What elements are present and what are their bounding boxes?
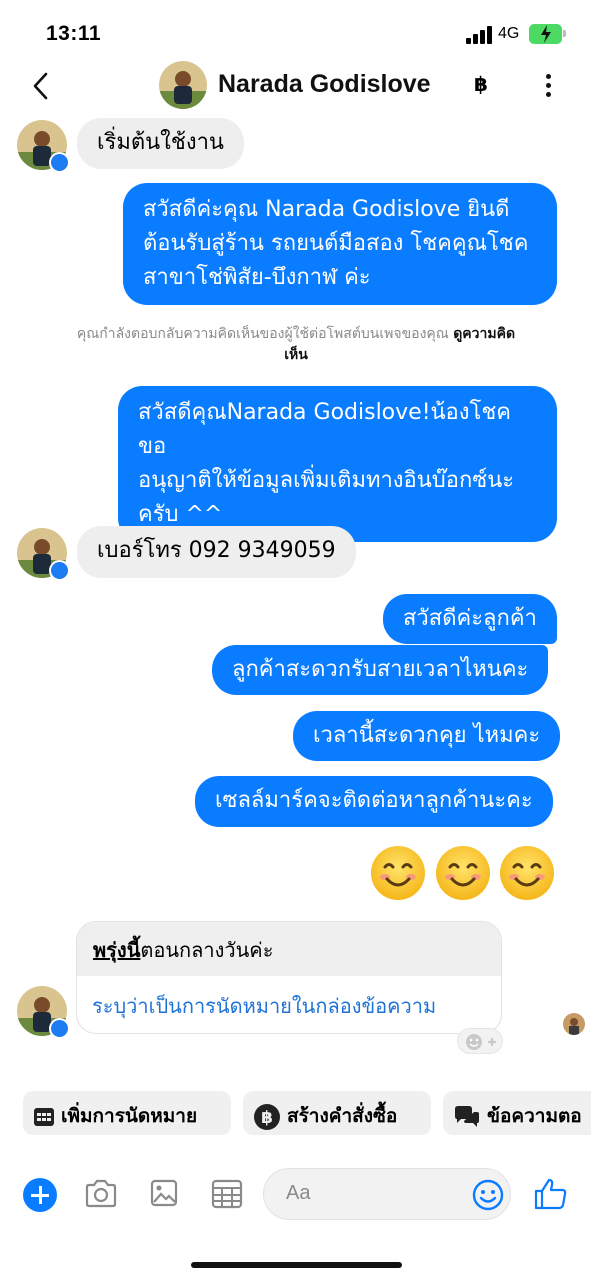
appointment-rest-text: ตอนกลางวันค่ะ (140, 938, 274, 962)
chip-label: สร้างคำสั่งซื้อ (287, 1105, 398, 1127)
notice-text: คุณกำลังตอบกลับความคิดเห็นของผู้ใช้ต่อโพ… (76, 326, 454, 342)
sender-avatar[interactable] (17, 120, 70, 173)
view-comment-link-2[interactable]: เห็น (284, 347, 308, 363)
seen-indicator-avatar (563, 1013, 585, 1035)
camera-icon[interactable] (84, 1178, 118, 1210)
mark-appointment-action[interactable]: ระบุว่าเป็นการนัดหมายในกล่องข้อความ (77, 976, 501, 1033)
calendar-icon (34, 1107, 54, 1126)
message-line: อนุญาติให้ข้อมูลเพิ่มเติมทางอินบ๊อกซ์นะ (138, 468, 515, 493)
baht-icon[interactable]: ฿ (474, 72, 488, 96)
messenger-badge-icon (49, 560, 70, 581)
saved-replies-chip[interactable]: ข้อความตอ (443, 1091, 591, 1135)
sender-avatar[interactable] (17, 528, 70, 581)
view-comment-link[interactable]: ดูความคิด (453, 326, 515, 342)
detected-date-text: พรุ่งนี้ (93, 938, 141, 962)
appointment-suggestion-card[interactable]: พรุ่งนี้ตอนกลางวันค่ะ ระบุว่าเป็นการนัดห… (76, 921, 502, 1034)
status-time: 13:11 (46, 22, 102, 45)
thumbs-up-icon[interactable] (534, 1177, 568, 1211)
status-bar: 13:11 4G (0, 0, 591, 66)
smiling-face-emoji[interactable] (370, 845, 426, 901)
message-outgoing[interactable]: ลูกค้าสะดวกรับสายเวลาไหนคะ (212, 645, 549, 695)
add-appointment-chip[interactable]: เพิ่มการนัดหมาย (23, 1091, 231, 1135)
message-line: สวัสดีค่ะคุณ Narada Godislove ยินดี (143, 197, 510, 222)
appointment-message: พรุ่งนี้ตอนกลางวันค่ะ (77, 922, 501, 976)
smiling-face-emoji[interactable] (435, 845, 491, 901)
more-options-icon[interactable] (538, 72, 558, 102)
add-reaction-icon (466, 1034, 496, 1050)
plus-icon[interactable] (23, 1178, 57, 1212)
battery-tip (563, 30, 566, 37)
sender-avatar[interactable] (17, 986, 70, 1039)
battery-icon (529, 24, 562, 44)
message-outgoing[interactable]: สวัสดีค่ะลูกค้า (383, 594, 557, 644)
messenger-badge-icon (49, 1018, 70, 1039)
chip-label: เพิ่มการนัดหมาย (61, 1105, 198, 1127)
smiling-face-emoji[interactable] (499, 845, 555, 901)
create-order-chip[interactable]: ฿ สร้างคำสั่งซื้อ (243, 1091, 431, 1135)
reply-context-notice: คุณกำลังตอบกลับความคิดเห็นของผู้ใช้ต่อโพ… (16, 324, 576, 366)
contact-name[interactable]: Narada Godislove (218, 70, 431, 99)
message-outgoing[interactable]: เซลล์มาร์คจะติดต่อหาลูกค้านะคะ (195, 776, 553, 827)
message-incoming[interactable]: เริ่มต้นใช้งาน (77, 118, 244, 169)
message-outgoing[interactable]: เวลานี้สะดวกคุย ไหมคะ (293, 711, 561, 761)
chat-header: Narada Godislove ฿ (0, 60, 591, 114)
emoji-icon[interactable] (472, 1179, 504, 1211)
message-line: สวัสดีคุณNarada Godislove!น้องโชคขอ (138, 400, 511, 459)
message-outgoing[interactable]: สวัสดีคุณNarada Godislove!น้องโชคขอ อนุญ… (118, 386, 557, 542)
message-incoming[interactable]: เบอร์โทร 092 9349059 (77, 526, 356, 578)
header-avatar[interactable] (159, 61, 207, 109)
chat-bubbles-icon (455, 1105, 479, 1127)
message-line: ต้อนรับสู่ร้าน รถยนต์มือสอง โชคคูณโชค (143, 231, 529, 256)
message-outgoing[interactable]: สวัสดีค่ะคุณ Narada Godislove ยินดี ต้อน… (123, 183, 557, 305)
back-button[interactable] (26, 68, 56, 104)
calendar-icon[interactable] (211, 1178, 243, 1210)
svg-text:฿: ฿ (261, 1108, 273, 1128)
signal-icon (466, 26, 492, 44)
chip-label: ข้อความตอ (487, 1105, 582, 1127)
composer-bar: Aa (0, 1165, 591, 1223)
baht-icon: ฿ (254, 1103, 280, 1130)
add-reaction-button[interactable] (457, 1028, 503, 1054)
home-indicator[interactable] (191, 1262, 402, 1268)
image-icon[interactable] (150, 1178, 178, 1208)
messenger-badge-icon (49, 152, 70, 173)
message-line: สาขาโช่พิสัย-บึงกาฬ ค่ะ (143, 265, 371, 290)
message-input[interactable]: Aa (263, 1168, 511, 1220)
network-label: 4G (498, 25, 520, 42)
message-input-placeholder: Aa (286, 1182, 311, 1204)
chevron-left-icon (33, 72, 48, 100)
